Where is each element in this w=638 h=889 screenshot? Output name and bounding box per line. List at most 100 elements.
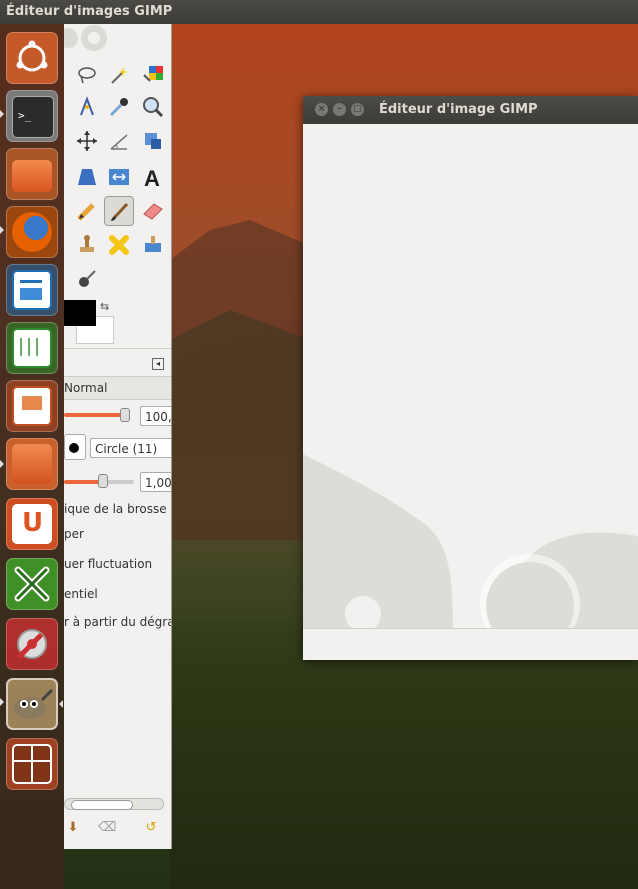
option-incremental[interactable]: entiel bbox=[64, 587, 98, 601]
image-window-title: Éditeur d'image GIMP bbox=[379, 102, 538, 117]
zoom-tool[interactable] bbox=[138, 92, 168, 122]
firefox-button[interactable] bbox=[6, 206, 58, 258]
ubuntu-one-icon: U bbox=[12, 504, 52, 544]
measure-icon bbox=[110, 134, 128, 150]
paintbrush-icon bbox=[111, 202, 129, 221]
perspective-tool[interactable] bbox=[72, 162, 102, 192]
option-use-gradient[interactable]: r à partir du dégrad bbox=[64, 615, 171, 629]
separator bbox=[64, 348, 171, 349]
paintbrush-tool[interactable] bbox=[104, 196, 134, 226]
eraser-icon bbox=[143, 203, 163, 220]
free-select-tool[interactable] bbox=[72, 60, 102, 90]
calc-button[interactable] bbox=[6, 322, 58, 374]
save-options-icon[interactable]: ⬇ bbox=[64, 819, 82, 837]
option-apply-jitter[interactable]: per bbox=[64, 527, 84, 541]
size-slider-fill bbox=[64, 480, 100, 484]
smudge-tool[interactable] bbox=[72, 264, 102, 294]
files-icon bbox=[12, 160, 52, 192]
opacity-slider-handle[interactable] bbox=[120, 408, 130, 422]
minimize-icon[interactable]: – bbox=[333, 103, 346, 116]
paths-tool[interactable] bbox=[72, 92, 102, 122]
smudge-icon bbox=[79, 270, 96, 287]
clone-tool[interactable] bbox=[72, 230, 102, 260]
terminal-button[interactable]: >_ bbox=[6, 90, 58, 142]
firefox-icon bbox=[12, 212, 52, 252]
perspective-icon bbox=[78, 169, 96, 185]
libreoffice-writer-icon bbox=[12, 270, 52, 310]
terminal-icon: >_ bbox=[12, 96, 54, 138]
pencil-icon bbox=[77, 203, 95, 221]
system-settings-button[interactable] bbox=[6, 618, 58, 670]
clone-stamp-icon bbox=[80, 235, 94, 252]
text-icon: A bbox=[144, 166, 160, 189]
size-value[interactable]: 1,00 bbox=[140, 472, 171, 492]
xsane-icon bbox=[14, 566, 50, 602]
select-by-color-tool[interactable] bbox=[138, 60, 168, 90]
running-indicator bbox=[0, 110, 4, 118]
close-icon[interactable]: × bbox=[315, 103, 328, 116]
top-panel: Éditeur d'images GIMP bbox=[0, 0, 638, 24]
gimp-icon bbox=[14, 688, 54, 719]
size-slider-handle[interactable] bbox=[98, 474, 108, 488]
fuzzy-select-tool[interactable] bbox=[104, 60, 134, 90]
active-indicator bbox=[59, 700, 63, 708]
color-picker-tool[interactable] bbox=[104, 92, 134, 122]
flip-icon bbox=[109, 169, 129, 185]
workspace-switcher-icon bbox=[12, 744, 52, 784]
delete-options-icon[interactable]: ⌫ bbox=[98, 819, 116, 837]
paths-icon bbox=[80, 96, 94, 116]
perspective-clone-tool[interactable] bbox=[138, 230, 168, 260]
ubuntu-dash-icon bbox=[16, 40, 48, 72]
software-center-button[interactable] bbox=[6, 438, 58, 490]
running-indicator bbox=[0, 698, 4, 706]
measure-tool[interactable] bbox=[104, 126, 134, 156]
writer-button[interactable] bbox=[6, 264, 58, 316]
running-indicator bbox=[0, 226, 4, 234]
option-fluctuation[interactable]: uer fluctuation bbox=[64, 557, 152, 571]
system-settings-icon bbox=[17, 629, 47, 659]
brush-dot-icon bbox=[69, 443, 79, 453]
foreground-color-swatch[interactable] bbox=[64, 300, 96, 326]
move-tool[interactable] bbox=[72, 126, 102, 156]
option-brush-dynamics[interactable]: ique de la brosse bbox=[64, 502, 167, 516]
heal-bandage-icon bbox=[109, 235, 129, 255]
impress-button[interactable] bbox=[6, 380, 58, 432]
xsane-button[interactable] bbox=[6, 558, 58, 610]
brush-preview-button[interactable] bbox=[64, 434, 86, 460]
maximize-icon[interactable]: □ bbox=[351, 103, 364, 116]
libreoffice-impress-icon bbox=[12, 386, 52, 426]
magic-wand-icon bbox=[111, 67, 128, 84]
magnifier-icon bbox=[143, 97, 164, 118]
transform-icon bbox=[145, 133, 161, 149]
perspective-clone-icon bbox=[145, 236, 161, 252]
tab-menu-button[interactable]: ◂ bbox=[152, 358, 164, 370]
ubuntu-one-button[interactable]: U bbox=[6, 498, 58, 550]
paint-mode-select[interactable]: Normal bbox=[64, 376, 171, 400]
running-indicator bbox=[0, 460, 4, 468]
lasso-icon bbox=[78, 67, 96, 84]
text-tool[interactable]: A bbox=[138, 162, 168, 192]
svg-text:A: A bbox=[144, 166, 160, 189]
pencil-tool[interactable] bbox=[72, 196, 102, 226]
files-button[interactable] bbox=[6, 148, 58, 200]
swap-colors-icon[interactable]: ⇆ bbox=[100, 300, 109, 313]
opacity-value[interactable]: 100, bbox=[140, 406, 171, 426]
image-window-titlebar[interactable]: × – □ Éditeur d'image GIMP bbox=[303, 96, 638, 124]
scrollbar-thumb[interactable] bbox=[71, 800, 133, 810]
top-panel-title: Éditeur d'images GIMP bbox=[6, 4, 173, 19]
workspace-switcher-button[interactable] bbox=[6, 738, 58, 790]
libreoffice-calc-icon bbox=[12, 328, 52, 368]
flip-tool[interactable] bbox=[104, 162, 134, 192]
gimp-button[interactable] bbox=[6, 678, 58, 730]
heal-tool[interactable] bbox=[104, 230, 134, 260]
reset-options-icon[interactable]: ↺ bbox=[142, 819, 160, 837]
eraser-tool[interactable] bbox=[138, 196, 168, 226]
wilber-header bbox=[64, 25, 107, 51]
brush-name-field[interactable]: Circle (11) bbox=[90, 438, 171, 458]
move-icon bbox=[77, 131, 97, 151]
paint-mode-value: Normal bbox=[64, 381, 108, 395]
wilber-watermark bbox=[303, 454, 638, 628]
ubuntu-dash-button[interactable] bbox=[6, 32, 58, 84]
horizontal-scrollbar[interactable] bbox=[64, 798, 164, 810]
transform-tool[interactable] bbox=[138, 126, 168, 156]
